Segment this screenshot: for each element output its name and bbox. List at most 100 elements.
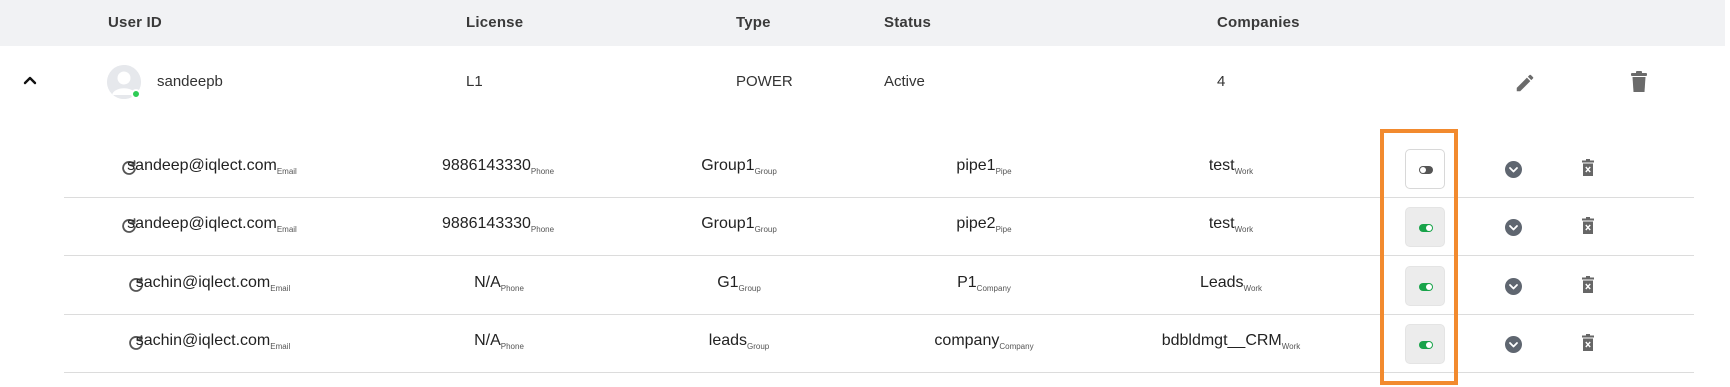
trash-x-icon[interactable] (1581, 159, 1595, 177)
column-header-status: Status (884, 14, 932, 31)
toggle-icon (1419, 224, 1433, 232)
work-cell-value: bdbldmgt__CRM (1161, 332, 1282, 349)
work-cell: bdbldmgt__CRMWork (1162, 332, 1301, 351)
target-cell-value: company (934, 332, 1000, 349)
target-cell-value: pipe2 (956, 215, 996, 232)
chevron-up-icon[interactable] (20, 70, 40, 90)
email-cell: sachin@iqlect.comEmail (136, 332, 291, 351)
table-row: sachin@iqlect.comEmail N/APhone leadsGroup… (64, 315, 1694, 373)
toggle-icon (1419, 283, 1433, 291)
group-cell-value: G1 (717, 274, 739, 291)
group-cell-tag: Group (754, 167, 777, 176)
target-cell: P1Company (957, 274, 1011, 293)
phone-cell-tag: Phone (530, 167, 555, 176)
phone-cell: N/APhone (474, 274, 524, 293)
target-cell: companyCompany (934, 332, 1033, 351)
table-row: sachin@iqlect.comEmail N/APhone G1Group P1C… (64, 257, 1694, 315)
target-cell-tag: Company (976, 284, 1011, 293)
trash-x-icon[interactable] (1581, 276, 1595, 294)
group-cell: Group1Group (701, 157, 777, 176)
user-status: Active (884, 73, 925, 90)
work-cell: testWork (1209, 215, 1253, 234)
email-cell-value: sachin@iqlect.com (135, 332, 271, 349)
toggle-knob (1426, 284, 1432, 290)
column-header-companies: Companies (1217, 14, 1300, 31)
target-cell-value: P1 (957, 274, 977, 291)
trash-x-icon[interactable] (1581, 334, 1595, 352)
trash-icon[interactable] (1629, 71, 1649, 93)
work-cell-value: test (1208, 157, 1235, 174)
group-cell-value: Group1 (701, 215, 755, 232)
work-cell-tag: Work (1234, 225, 1254, 234)
user-row[interactable]: sandeepb L1 POWER Active 4 (0, 46, 1725, 130)
toggle-icon (1419, 166, 1433, 174)
work-cell: testWork (1209, 157, 1253, 176)
target-cell: pipe2Pipe (956, 215, 1011, 234)
target-cell-tag: Pipe (995, 225, 1012, 234)
email-cell-value: sandeep@iqlect.com (127, 157, 277, 174)
table-header: User ID License Type Status Companies (0, 0, 1725, 46)
column-header-user-id: User ID (108, 14, 162, 31)
phone-cell-tag: Phone (500, 284, 524, 293)
email-cell-value: sandeep@iqlect.com (127, 215, 277, 232)
phone-cell-value: N/A (474, 274, 501, 291)
group-cell-tag: Group (754, 225, 777, 234)
online-status-dot (131, 89, 141, 99)
email-cell: sandeep@iqlect.comEmail (127, 157, 297, 176)
chevron-down-circle-icon[interactable] (1505, 278, 1522, 295)
email-cell-tag: Email (276, 167, 297, 176)
target-cell-tag: Company (999, 342, 1034, 351)
table-row: sandeep@iqlect.comEmail 9886143330Phone Gr… (64, 198, 1694, 256)
toggle-knob (1426, 225, 1432, 231)
phone-cell: 9886143330Phone (442, 157, 554, 176)
table-row: sandeep@iqlect.comEmail 9886143330Phone Gr… (64, 140, 1694, 198)
user-companies: 4 (1217, 73, 1226, 90)
group-cell-tag: Group (738, 284, 761, 293)
toggle-button[interactable] (1405, 266, 1445, 306)
phone-cell-value: 9886143330 (441, 157, 531, 174)
chevron-down-circle-icon[interactable] (1505, 219, 1522, 236)
work-cell-tag: Work (1243, 284, 1263, 293)
work-cell-tag: Work (1281, 342, 1301, 351)
target-cell-tag: Pipe (995, 167, 1012, 176)
chevron-down-circle-icon[interactable] (1505, 336, 1522, 353)
phone-cell-tag: Phone (500, 342, 524, 351)
group-cell-value: leads (708, 332, 748, 349)
group-cell: Group1Group (701, 215, 777, 234)
email-cell-tag: Email (270, 284, 291, 293)
toggle-icon (1419, 341, 1433, 349)
email-cell: sachin@iqlect.comEmail (136, 274, 291, 293)
target-cell-value: pipe1 (956, 157, 996, 174)
email-cell-value: sachin@iqlect.com (135, 274, 271, 291)
user-id: sandeepb (157, 73, 223, 90)
column-header-license: License (466, 14, 524, 31)
user-license: L1 (466, 73, 483, 90)
user-type: POWER (736, 73, 793, 90)
email-cell: sandeep@iqlect.comEmail (127, 215, 297, 234)
phone-cell: 9886143330Phone (442, 215, 554, 234)
chevron-down-circle-icon[interactable] (1505, 161, 1522, 178)
toggle-knob (1420, 167, 1426, 173)
work-cell-tag: Work (1234, 167, 1254, 176)
work-cell-value: Leads (1199, 274, 1244, 291)
phone-cell-value: 9886143330 (441, 215, 531, 232)
phone-cell-value: N/A (474, 332, 501, 349)
toggle-button[interactable] (1405, 324, 1445, 364)
group-cell-tag: Group (747, 342, 770, 351)
trash-x-icon[interactable] (1581, 217, 1595, 235)
work-cell-value: test (1208, 215, 1235, 232)
group-cell: G1Group (717, 274, 761, 293)
work-cell: LeadsWork (1200, 274, 1262, 293)
phone-cell-tag: Phone (530, 225, 555, 234)
pencil-icon[interactable] (1514, 72, 1536, 94)
phone-cell: N/APhone (474, 332, 524, 351)
toggle-button[interactable] (1405, 149, 1445, 189)
group-cell: leadsGroup (709, 332, 769, 351)
email-cell-tag: Email (276, 225, 297, 234)
group-cell-value: Group1 (701, 157, 755, 174)
column-header-type: Type (736, 14, 771, 31)
toggle-button[interactable] (1405, 207, 1445, 247)
email-cell-tag: Email (270, 342, 291, 351)
toggle-knob (1426, 342, 1432, 348)
target-cell: pipe1Pipe (956, 157, 1011, 176)
